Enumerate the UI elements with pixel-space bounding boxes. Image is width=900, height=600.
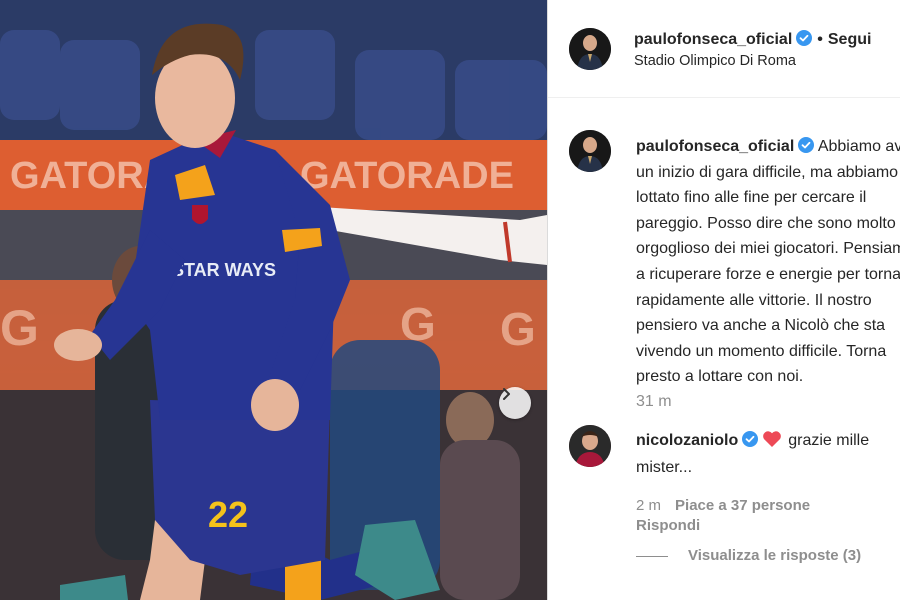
header-author-row: paulofonseca_oficial • Segui bbox=[634, 30, 871, 49]
comment-text-line: mister... bbox=[636, 459, 693, 476]
banner-text-2: GATORADE bbox=[300, 155, 514, 197]
author-avatar-image bbox=[569, 28, 611, 70]
comment-username[interactable]: nicolozaniolo bbox=[636, 432, 738, 449]
post-side-panel: paulofonseca_oficial • Segui Stadio Olimpi… bbox=[548, 0, 900, 600]
chevron-right-icon bbox=[503, 388, 510, 400]
comment-timestamp[interactable]: 2 m bbox=[636, 497, 661, 514]
svg-text:G: G bbox=[500, 303, 536, 355]
caption-text-line: lottato fino alle fine per cercare il bbox=[636, 189, 867, 207]
caption-text-line: Abbiamo avuto bbox=[817, 138, 900, 155]
caption-author-avatar[interactable] bbox=[569, 130, 611, 172]
commenter-avatar[interactable] bbox=[569, 425, 611, 467]
caption-text-line: pensiero va anche a Nicolò che sta bbox=[636, 317, 886, 335]
post-location[interactable]: Stadio Olimpico Di Roma bbox=[634, 53, 796, 69]
author-avatar[interactable] bbox=[569, 28, 611, 70]
post-photo[interactable]: GATORADE GATORADE G G G 22 STAR WAYS bbox=[0, 0, 547, 600]
jersey-sponsor: STAR WAYS bbox=[172, 260, 276, 280]
follow-button[interactable]: Segui bbox=[828, 31, 872, 48]
comment-first-line: nicolozaniolo grazie mille bbox=[636, 427, 900, 454]
post-header: paulofonseca_oficial • Segui Stadio Olimpi… bbox=[548, 0, 900, 98]
caption-first-line: paulofonseca_oficial Abbiamo avuto bbox=[636, 134, 900, 160]
header-username[interactable]: paulofonseca_oficial bbox=[634, 31, 792, 48]
verified-badge-icon bbox=[742, 431, 759, 447]
verified-badge-icon bbox=[798, 137, 815, 153]
caption-text-line: pareggio. Posso dire che sono molto bbox=[636, 214, 896, 232]
separator-dot: • bbox=[817, 31, 823, 48]
caption-text-line: rapidamente alle vittorie. Il nostro bbox=[636, 291, 872, 309]
caption-text-line: presto a lottare con noi. bbox=[636, 368, 804, 386]
comment-meta: 2 m Piace a 37 persone bbox=[636, 497, 810, 514]
heart-icon bbox=[763, 431, 782, 447]
commenter-avatar-image bbox=[569, 425, 611, 467]
carousel-next-button[interactable] bbox=[499, 387, 531, 419]
view-replies-button[interactable]: Visualizza le risposte (3) bbox=[636, 547, 861, 564]
caption-avatar-image bbox=[569, 130, 611, 172]
photo-scene: GATORADE GATORADE G G G 22 STAR WAYS bbox=[0, 0, 547, 600]
shorts-number: 22 bbox=[208, 494, 248, 535]
caption-text-line: a ricuperare forze e energie per tornare bbox=[636, 265, 900, 283]
caption-username[interactable]: paulofonseca_oficial bbox=[636, 138, 794, 155]
view-replies-label: Visualizza le risposte (3) bbox=[688, 547, 862, 564]
comment: nicolozaniolo grazie mille mister... bbox=[636, 427, 900, 481]
svg-text:G: G bbox=[0, 300, 39, 356]
caption-text-line: un inizio di gara difficile, ma abbiamo bbox=[636, 163, 899, 181]
caption-text-line: orgoglioso dei miei giocatori. Pensiamo bbox=[636, 240, 900, 258]
replies-divider-line bbox=[636, 555, 668, 557]
verified-badge-icon bbox=[796, 30, 813, 46]
comment-text: grazie mille bbox=[788, 432, 870, 449]
reply-button[interactable]: Rispondi bbox=[636, 517, 700, 534]
caption-text-line: vivendo un momento difficile. Torna bbox=[636, 342, 887, 360]
post-caption: paulofonseca_oficial Abbiamo avuto un in… bbox=[636, 134, 900, 390]
caption-timestamp[interactable]: 31 m bbox=[636, 393, 672, 411]
comment-likes[interactable]: Piace a 37 persone bbox=[675, 497, 810, 514]
